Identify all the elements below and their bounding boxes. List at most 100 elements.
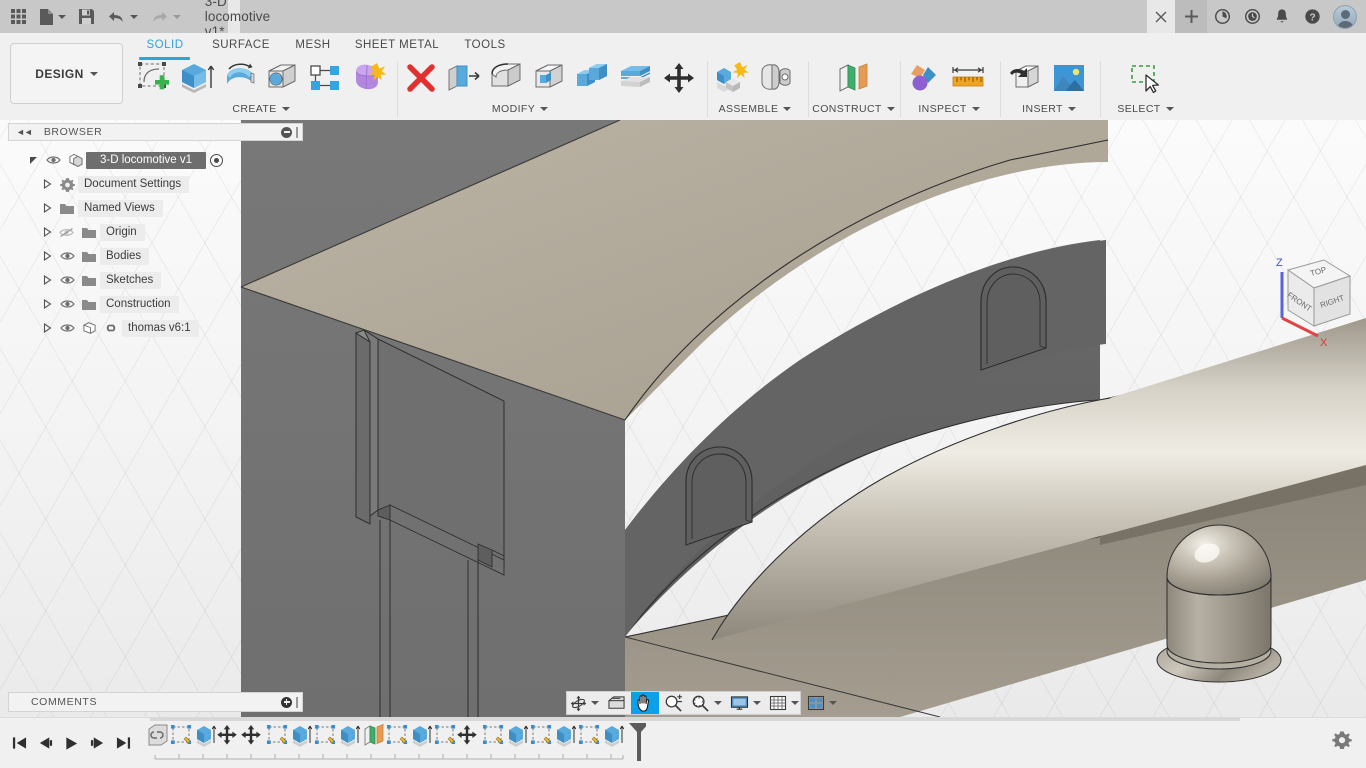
avatar[interactable]: [1333, 4, 1357, 29]
timeline-feature-extrude[interactable]: [413, 725, 433, 747]
group-label-assemble[interactable]: ASSEMBLE: [710, 103, 800, 115]
timeline-feature-sketch[interactable]: [171, 725, 191, 744]
timeline-feature-sketch[interactable]: [267, 725, 287, 744]
create-sketch-icon[interactable]: [132, 57, 175, 99]
expand-triangle-icon[interactable]: [38, 179, 56, 189]
workspace-selector[interactable]: DESIGN: [10, 43, 123, 104]
tree-node-document-settings[interactable]: Document Settings: [0, 172, 240, 196]
timeline-feature-link[interactable]: [148, 724, 168, 746]
document-tab[interactable]: 3-D locomotive v1*: [205, 0, 270, 39]
timeline-feature-move[interactable]: [457, 725, 477, 745]
delete-icon[interactable]: [400, 57, 443, 99]
interference-icon[interactable]: [903, 57, 947, 99]
tree-node-thomas[interactable]: thomas v6:1: [0, 316, 240, 340]
timeline-feature-extrude[interactable]: [509, 725, 529, 747]
display-settings-caret-icon[interactable]: [753, 701, 761, 705]
timeline-end-marker[interactable]: [629, 723, 646, 761]
look-at-icon[interactable]: [604, 692, 629, 714]
timeline-feature-move[interactable]: [217, 725, 237, 745]
visibility-eye-icon[interactable]: [56, 323, 78, 333]
browser-grip[interactable]: [296, 126, 298, 138]
hole-icon[interactable]: [261, 57, 304, 99]
timeline-settings-gear-icon[interactable]: [1332, 730, 1352, 755]
joint-icon[interactable]: [754, 57, 798, 99]
recent-icon[interactable]: [1237, 0, 1267, 33]
tree-node-label[interactable]: thomas v6:1: [122, 319, 199, 337]
job-status-icon[interactable]: [1207, 0, 1237, 33]
tree-node-label[interactable]: Document Settings: [78, 175, 190, 193]
tree-node-named-views[interactable]: Named Views: [0, 196, 240, 220]
combine-icon[interactable]: [571, 57, 614, 99]
browser-minimize-icon[interactable]: [281, 126, 292, 138]
visibility-eye-icon[interactable]: [56, 275, 78, 285]
zoom-icon[interactable]: [661, 692, 686, 714]
help-icon[interactable]: ?: [1297, 0, 1327, 33]
expand-triangle-icon[interactable]: [38, 299, 56, 309]
redo-icon[interactable]: [144, 0, 187, 33]
visibility-eye-icon[interactable]: [56, 299, 78, 309]
grid-snaps-icon[interactable]: [766, 692, 790, 714]
create-caret-icon[interactable]: [281, 107, 290, 111]
orbit-caret-icon[interactable]: [591, 701, 599, 705]
undo-caret-icon[interactable]: [130, 14, 138, 19]
tab-mesh[interactable]: MESH: [282, 36, 344, 54]
insert-derive-icon[interactable]: [1003, 57, 1047, 99]
select-window-icon[interactable]: [1124, 57, 1168, 99]
group-label-insert[interactable]: INSERT: [1003, 103, 1095, 115]
add-comment-icon[interactable]: [281, 696, 292, 708]
close-icon[interactable]: [1147, 0, 1175, 33]
group-label-select[interactable]: SELECT: [1103, 103, 1188, 115]
grid-apps-icon[interactable]: [4, 0, 33, 33]
timeline-step-forward-icon[interactable]: [86, 730, 108, 756]
group-label-construct[interactable]: CONSTRUCT: [811, 103, 896, 115]
offset-plane-icon[interactable]: [832, 57, 876, 99]
timeline-feature-extrude[interactable]: [341, 725, 361, 747]
pan-icon[interactable]: [631, 692, 659, 714]
tree-node-label[interactable]: Sketches: [100, 271, 162, 289]
tab-sheet-metal[interactable]: SHEET METAL: [344, 36, 450, 54]
tree-node-label[interactable]: Named Views: [78, 199, 163, 217]
tree-node-bodies[interactable]: Bodies: [0, 244, 240, 268]
move-copy-icon[interactable]: [657, 57, 700, 99]
shell-icon[interactable]: [529, 57, 572, 99]
expand-triangle-icon[interactable]: [38, 275, 56, 285]
new-component-icon[interactable]: [710, 57, 754, 99]
inspect-caret-icon[interactable]: [971, 107, 980, 111]
visibility-eye-off-icon[interactable]: [56, 227, 78, 238]
visibility-eye-icon[interactable]: [42, 155, 64, 165]
redo-caret-icon[interactable]: [173, 14, 181, 19]
viewports-icon[interactable]: [804, 692, 828, 714]
tab-solid[interactable]: SOLID: [130, 36, 200, 54]
measure-icon[interactable]: [947, 57, 991, 99]
display-settings-icon[interactable]: [727, 692, 752, 714]
form-icon[interactable]: [347, 57, 390, 99]
view-cube[interactable]: TOP FRONT RIGHT Z X: [1252, 248, 1356, 352]
expand-triangle-icon[interactable]: [38, 227, 56, 237]
timeline-feature-plane[interactable]: [364, 723, 384, 746]
expand-triangle-icon[interactable]: [24, 156, 42, 165]
tree-node-label[interactable]: Origin: [100, 223, 145, 241]
timeline-feature-sketch[interactable]: [483, 725, 503, 744]
timeline-end-icon[interactable]: [112, 730, 134, 756]
timeline-track[interactable]: [146, 721, 646, 765]
tree-node-construction[interactable]: Construction: [0, 292, 240, 316]
tree-node-origin[interactable]: Origin: [0, 220, 240, 244]
tree-node-label[interactable]: Bodies: [100, 247, 150, 265]
browser-header[interactable]: ◄◄ BROWSER: [8, 123, 303, 141]
tree-node-sketches[interactable]: Sketches: [0, 268, 240, 292]
tree-node-label[interactable]: Construction: [100, 295, 179, 313]
new-file-caret-icon[interactable]: [58, 14, 66, 19]
timeline-feature-sketch[interactable]: [387, 725, 407, 744]
select-caret-icon[interactable]: [1165, 107, 1174, 111]
timeline-feature-sketch[interactable]: [315, 725, 335, 744]
new-file-icon[interactable]: [33, 0, 72, 33]
expand-triangle-icon[interactable]: [38, 323, 56, 333]
construct-caret-icon[interactable]: [886, 107, 895, 111]
timeline-features[interactable]: [146, 721, 646, 765]
workspace-caret-icon[interactable]: [89, 71, 98, 76]
tree-node-root[interactable]: 3-D locomotive v1: [0, 148, 240, 172]
expand-triangle-icon[interactable]: [38, 251, 56, 261]
timeline-feature-move[interactable]: [241, 725, 261, 745]
undo-icon[interactable]: [101, 0, 144, 33]
timeline-feature-sketch[interactable]: [531, 725, 551, 744]
